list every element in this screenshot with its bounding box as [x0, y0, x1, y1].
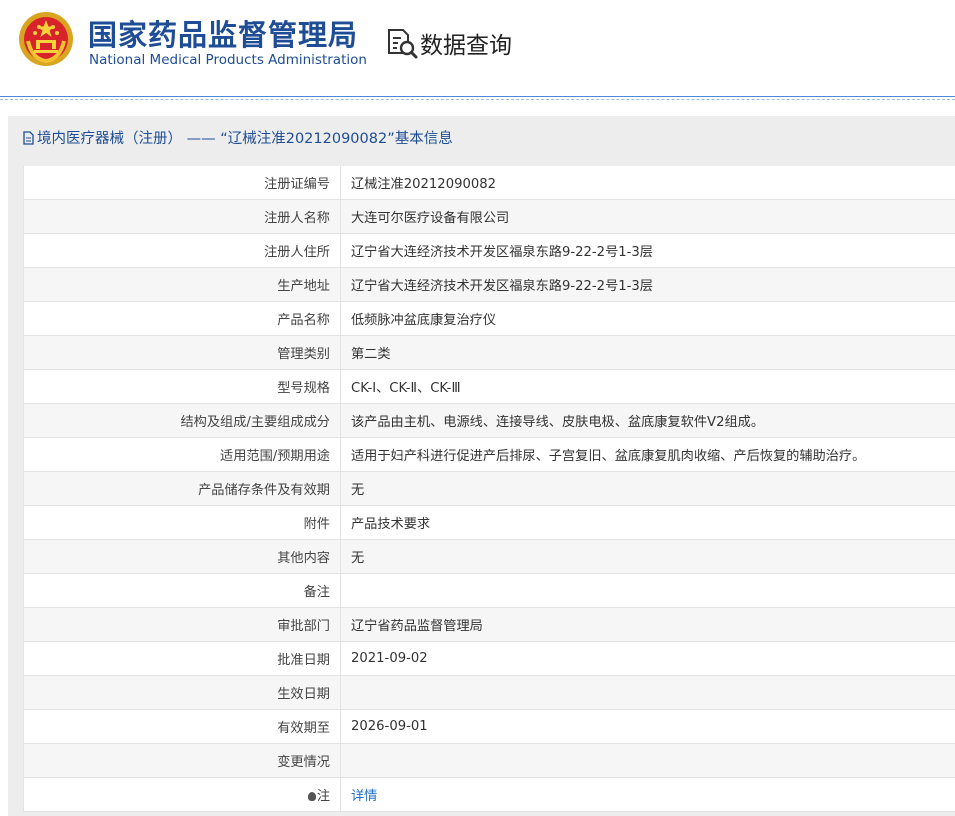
table-row: 生产地址 辽宁省大连经济技术开发区福泉东路9-22-2号1-3层: [23, 267, 955, 302]
field-label: 生产地址: [23, 267, 341, 302]
field-label: 其他内容: [23, 539, 341, 574]
field-value: 产品技术要求: [340, 505, 955, 540]
table-row: 审批部门 辽宁省药品监督管理局: [23, 607, 955, 642]
national-emblem-icon: [19, 12, 73, 66]
data-query-link[interactable]: 数据查询: [386, 26, 512, 60]
field-value: 辽械注准20212090082: [340, 166, 955, 200]
table-row: 产品储存条件及有效期无: [23, 471, 955, 506]
table-row-note: 注 详情: [23, 777, 955, 812]
field-value: 辽宁省药品监督管理局: [340, 607, 955, 642]
field-label: 附件: [23, 505, 341, 540]
table-row: 其他内容无: [23, 539, 955, 574]
field-label: 结构及组成/主要组成成分: [23, 403, 341, 438]
note-value-cell: 详情: [340, 777, 955, 812]
field-label: 适用范围/预期用途: [23, 437, 341, 472]
table-row: 备注: [23, 573, 955, 608]
note-label: 注: [316, 789, 330, 804]
field-value: 低频脉冲盆底康复治疗仪: [340, 301, 955, 336]
org-name-en: National Medical Products Administration: [89, 52, 367, 68]
panel-title: 境内医疗器械（注册） —— “辽械注准20212090082”基本信息: [23, 127, 453, 148]
field-label: 变更情况: [23, 743, 341, 778]
field-value: 无: [340, 471, 955, 506]
document-search-icon: [388, 29, 418, 59]
table-row: 附件 产品技术要求: [23, 505, 955, 540]
table-row: 管理类别 第二类: [23, 335, 955, 370]
field-label: 审批部门: [23, 607, 341, 642]
field-value: [340, 743, 955, 778]
field-label: 管理类别: [23, 335, 341, 370]
field-value: CK-Ⅰ、CK-Ⅱ、CK-Ⅲ: [340, 369, 955, 404]
field-value: [340, 675, 955, 710]
info-table: 注册证编号 辽械注准20212090082 注册人名称 大连可尔医疗设备有限公司 注…: [23, 166, 955, 812]
table-row: 适用范围/预期用途 适用于妇产科进行促进产后排尿、子宫复旧、盆底康复肌肉收缩、产后…: [23, 437, 955, 472]
field-label: 有效期至: [23, 709, 341, 744]
table-row: 有效期至 2026-09-01: [23, 709, 955, 744]
table-row: 产品名称 低频脉冲盆底康复治疗仪: [23, 301, 955, 336]
field-label: 批准日期: [23, 641, 341, 676]
details-link[interactable]: 详情: [351, 789, 377, 804]
field-label: 产品储存条件及有效期: [23, 471, 341, 506]
detail-panel: 境内医疗器械（注册） —— “辽械注准20212090082”基本信息 注册证编…: [8, 116, 955, 816]
field-value: 大连可尔医疗设备有限公司: [340, 199, 955, 234]
lightbulb-icon: [307, 792, 316, 801]
field-label: 产品名称: [23, 301, 341, 336]
field-value: 2026-09-01: [340, 709, 955, 744]
table-row: 注册证编号 辽械注准20212090082: [23, 166, 955, 200]
table-row: 结构及组成/主要组成成分 该产品由主机、电源线、连接导线、皮肤电极、盆底康复软件V…: [23, 403, 955, 438]
field-value: 辽宁省大连经济技术开发区福泉东路9-22-2号1-3层: [340, 267, 955, 302]
note-label-cell: 注: [23, 777, 341, 812]
org-name-cn: 国家药品监督管理局: [88, 18, 359, 52]
field-value: 该产品由主机、电源线、连接导线、皮肤电极、盆底康复软件V2组成。: [340, 403, 955, 438]
field-label: 注册人名称: [23, 199, 341, 234]
field-label: 型号规格: [23, 369, 341, 404]
field-value: 第二类: [340, 335, 955, 370]
field-label: 生效日期: [23, 675, 341, 710]
field-value: 无: [340, 539, 955, 574]
site-header: 国家药品监督管理局 National Medical Products Admi…: [0, 0, 955, 100]
table-row: 变更情况: [23, 743, 955, 778]
table-row: 型号规格 CK-Ⅰ、CK-Ⅱ、CK-Ⅲ: [23, 369, 955, 404]
field-label: 备注: [23, 573, 341, 608]
field-value: 适用于妇产科进行促进产后排尿、子宫复旧、盆底康复肌肉收缩、产后恢复的辅助治疗。: [340, 437, 955, 472]
field-label: 注册证编号: [23, 166, 341, 200]
table-row: 注册人名称 大连可尔医疗设备有限公司: [23, 199, 955, 234]
table-row: 批准日期 2021-09-02: [23, 641, 955, 676]
table-row: 生效日期: [23, 675, 955, 710]
table-row: 注册人住所 辽宁省大连经济技术开发区福泉东路9-22-2号1-3层: [23, 233, 955, 268]
field-value: [340, 573, 955, 608]
field-value: 2021-09-02: [340, 641, 955, 676]
field-label: 注册人住所: [23, 233, 341, 268]
panel-title-text: 境内医疗器械（注册） —— “辽械注准20212090082”基本信息: [37, 131, 453, 147]
field-value: 辽宁省大连经济技术开发区福泉东路9-22-2号1-3层: [340, 233, 955, 268]
header-divider: [0, 96, 955, 100]
document-icon: [23, 130, 34, 145]
data-query-label: 数据查询: [420, 33, 512, 59]
